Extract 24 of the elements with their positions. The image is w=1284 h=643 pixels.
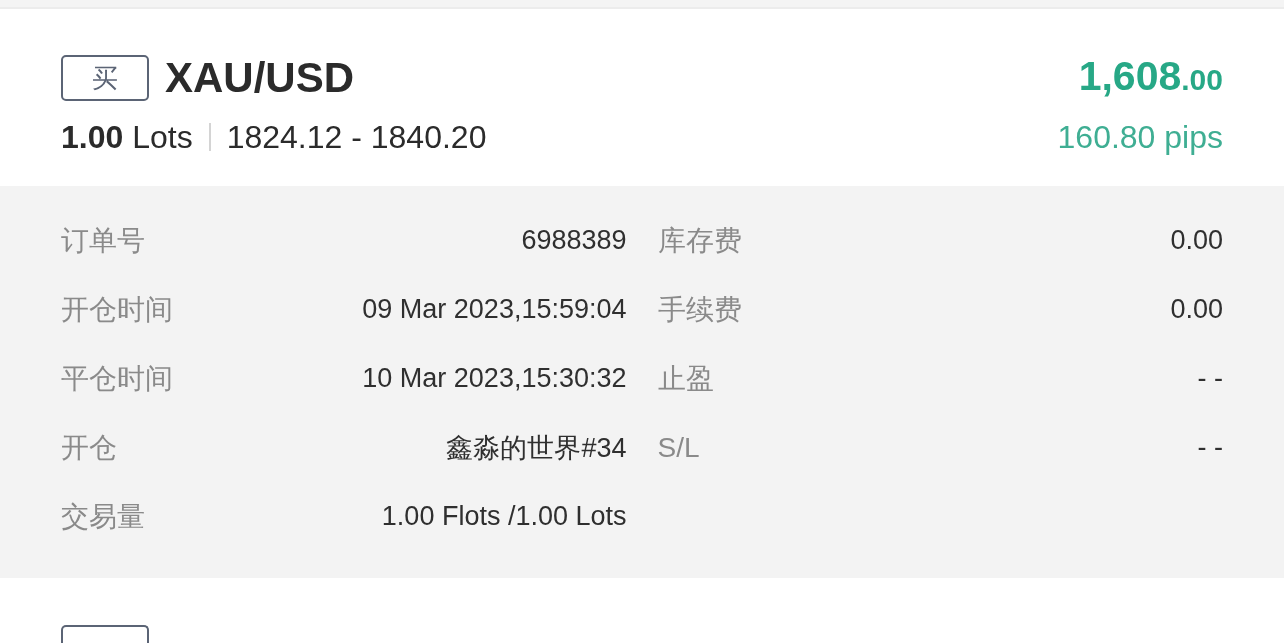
detail-label: 开仓 xyxy=(61,430,117,465)
profit-amount: 1,608.00 xyxy=(1078,53,1223,101)
detail-label: 开仓时间 xyxy=(61,292,173,327)
detail-label: 库存费 xyxy=(657,223,742,258)
detail-label: 手续费 xyxy=(657,292,742,327)
detail-value: 6988389 xyxy=(521,225,627,256)
detail-value: 10 Mar 2023,15:30:32 xyxy=(362,363,627,394)
detail-value: 0.00 xyxy=(1170,294,1223,325)
detail-value: 鑫淼的世界#34 xyxy=(446,431,627,465)
detail-label: 订单号 xyxy=(61,223,145,258)
detail-label: S/L xyxy=(657,431,700,464)
detail-label: 止盈 xyxy=(657,361,714,396)
detail-value: 09 Mar 2023,15:59:04 xyxy=(362,294,627,325)
detail-label: 交易量 xyxy=(61,499,145,534)
detail-value: - - xyxy=(1197,432,1223,463)
price-range: 1824.12 - 1840.20 xyxy=(226,118,487,157)
detail-value: - - xyxy=(1197,363,1223,394)
side-label: 买 xyxy=(61,55,149,101)
pips-value: 160.80 pips xyxy=(1057,118,1223,157)
symbol-title: XAU/USD xyxy=(165,55,355,101)
detail-value: 1.00 Flots /1.00 Lots xyxy=(381,501,627,532)
lot-size: 1.00 Lots xyxy=(61,118,193,157)
detail-label: 平仓时间 xyxy=(61,361,173,396)
detail-value: 0.00 xyxy=(1170,225,1223,256)
